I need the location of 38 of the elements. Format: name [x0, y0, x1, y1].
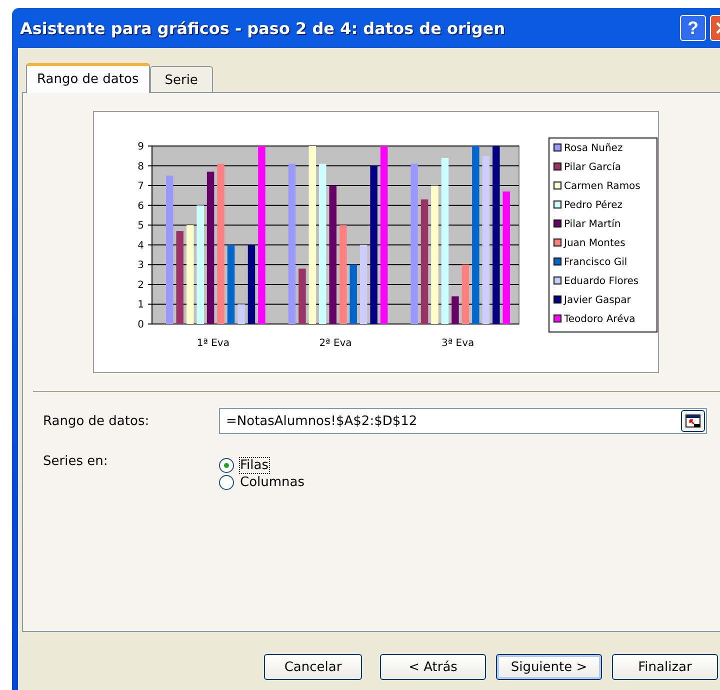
- collapse-icon: [685, 414, 701, 428]
- window-title: Asistente para gráficos - paso 2 de 4: datos de origen: [20, 18, 506, 38]
- range-field[interactable]: =NotasAlumnos!$A$2:$D$12: [219, 408, 707, 434]
- legend-label: Javier Gaspar: [564, 295, 631, 306]
- help-button[interactable]: ?: [680, 15, 706, 41]
- legend-label: Pilar García: [564, 162, 621, 173]
- legend-label: Rosa Nuñez: [564, 143, 623, 154]
- legend-label: Francisco Gil: [564, 257, 628, 268]
- dialog-button[interactable]: < Atrás: [380, 654, 486, 680]
- axis-tick-label: 0: [138, 320, 144, 330]
- legend-label: Pilar Martín: [564, 219, 621, 230]
- axis-tick-label: 5: [138, 220, 144, 232]
- category-label: 2ª Eva: [319, 338, 352, 349]
- range-label: Rango de datos:: [43, 414, 150, 428]
- axis-tick-label: 2: [138, 280, 144, 291]
- dialog-button[interactable]: Finalizar: [612, 654, 718, 680]
- legend-label: Teodoro Aréva: [564, 314, 636, 325]
- dialog-button[interactable]: Cancelar: [264, 654, 362, 680]
- legend-label: Pedro Pérez: [564, 200, 622, 211]
- axis-tick-label: 9: [138, 142, 144, 152]
- axis-tick-label: 8: [138, 161, 144, 172]
- legend-label: Eduardo Flores: [564, 276, 639, 287]
- legend-label: Juan Montes: [564, 238, 626, 249]
- axis-tick-label: 6: [138, 200, 144, 212]
- axis-tick-label: 7: [138, 181, 144, 192]
- tab[interactable]: Serie: [150, 66, 213, 92]
- series-in-label: Series en:: [43, 454, 109, 471]
- tab[interactable]: Rango de datos: [26, 63, 150, 93]
- category-label: 1ª Eva: [196, 338, 230, 349]
- radio-option[interactable]: Filas: [219, 458, 305, 473]
- legend-label: Carmen Ramos: [564, 181, 640, 192]
- category-label: 3ª Eva: [442, 338, 474, 349]
- radio-option[interactable]: Columnas: [219, 475, 305, 490]
- axis-tick-label: 1: [138, 300, 144, 311]
- collapse-dialog-button[interactable]: [681, 410, 705, 432]
- axis-tick-label: 4: [138, 240, 144, 252]
- dialog-button[interactable]: Siguiente >: [496, 654, 602, 680]
- axis-tick-label: 3: [138, 260, 144, 272]
